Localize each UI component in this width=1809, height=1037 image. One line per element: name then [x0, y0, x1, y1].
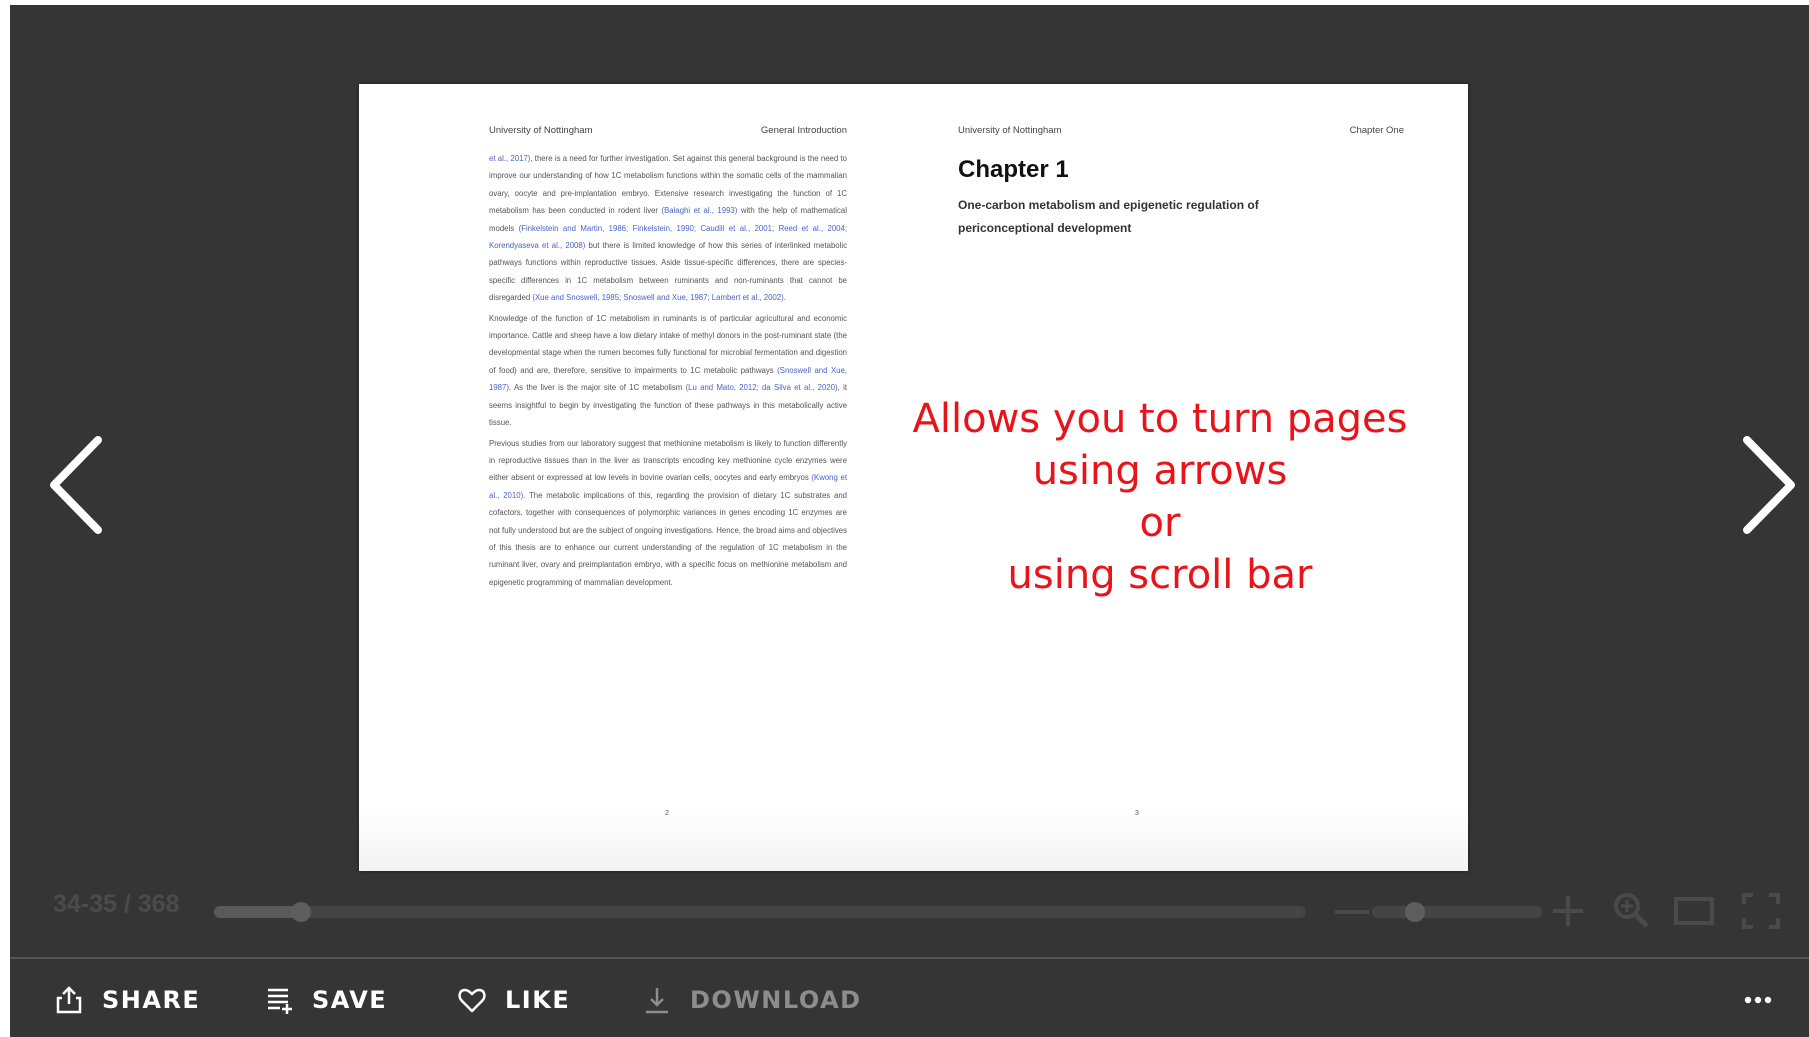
- left-page: University of Nottingham General Introdu…: [359, 84, 913, 871]
- page-number: 3: [1135, 810, 1139, 817]
- page-scrollbar[interactable]: [214, 902, 1306, 922]
- heart-icon: [457, 985, 487, 1015]
- minus-icon[interactable]: [1335, 910, 1369, 914]
- citation-link[interactable]: (Lu and Mato, 2012; da Silva et al., 202…: [686, 383, 838, 392]
- download-label: DOWNLOAD: [690, 986, 862, 1014]
- like-button[interactable]: LIKE: [457, 985, 570, 1015]
- citation-link[interactable]: et al., 2017): [489, 154, 530, 163]
- action-bar: SHARE SAVE LIKE DOWNLOAD: [10, 957, 1809, 1037]
- running-head-right: Chapter One: [1349, 125, 1404, 136]
- running-head-right: General Introduction: [760, 125, 847, 136]
- page-number: 2: [665, 810, 669, 817]
- chapter-subtitle: One-carbon metabolism and epigenetic reg…: [958, 198, 1259, 235]
- body-paragraph: et al., 2017), there is a need for furth…: [489, 150, 847, 307]
- annotation-line: or: [1139, 500, 1181, 546]
- save-label: SAVE: [312, 986, 388, 1014]
- plus-icon[interactable]: [1550, 893, 1586, 929]
- page-body-text: et al., 2017), there is a need for furth…: [489, 150, 847, 594]
- zoom-slider[interactable]: [1372, 902, 1542, 922]
- scrollbar-thumb[interactable]: [291, 902, 312, 922]
- instruction-annotation: Allows you to turn pages using arrows or…: [900, 393, 1420, 601]
- annotation-line: Allows you to turn pages: [912, 396, 1408, 442]
- next-page-button[interactable]: [1735, 430, 1805, 540]
- chapter-title: Chapter 1: [958, 156, 1069, 183]
- body-paragraph: Knowledge of the function of 1C metaboli…: [489, 310, 847, 432]
- annotation-line: using scroll bar: [1007, 552, 1313, 598]
- fullscreen-icon[interactable]: [1741, 892, 1781, 930]
- download-button[interactable]: DOWNLOAD: [642, 985, 862, 1015]
- chevron-left-icon: [50, 436, 102, 534]
- more-icon: [1744, 996, 1772, 1004]
- paragraph-text: Previous studies from our laboratory sug…: [489, 438, 847, 483]
- citation-link[interactable]: (Balaghi et al., 1993): [662, 206, 738, 215]
- download-icon: [642, 985, 672, 1015]
- zoom-icon[interactable]: [1612, 891, 1650, 929]
- body-paragraph: Previous studies from our laboratory sug…: [489, 435, 847, 592]
- annotation-line: using arrows: [1032, 448, 1288, 494]
- share-icon: [54, 985, 84, 1015]
- save-button[interactable]: SAVE: [264, 985, 387, 1015]
- running-head-left: University of Nottingham: [489, 125, 593, 136]
- running-head-left: University of Nottingham: [958, 125, 1062, 136]
- zoom-slider-thumb[interactable]: [1404, 902, 1425, 922]
- save-list-icon: [264, 985, 294, 1015]
- chevron-right-icon: [1743, 436, 1795, 534]
- previous-page-button[interactable]: [40, 430, 110, 540]
- divider: [10, 957, 1809, 959]
- share-label: SHARE: [102, 986, 201, 1014]
- page-counter: 34-35 / 368: [53, 890, 180, 918]
- scrollbar-fill: [214, 906, 302, 918]
- citation-link[interactable]: (Xue and Snoswell, 1985; Snoswell and Xu…: [532, 293, 783, 302]
- single-page-icon[interactable]: [1673, 896, 1715, 926]
- paragraph-text: . The metabolic implications of this, re…: [489, 490, 848, 587]
- share-button[interactable]: SHARE: [54, 985, 200, 1015]
- paragraph-text: . As the liver is the major site of 1C m…: [508, 383, 686, 393]
- more-options-button[interactable]: [1738, 985, 1778, 1015]
- like-label: LIKE: [505, 986, 571, 1014]
- paragraph-text: .: [783, 293, 786, 303]
